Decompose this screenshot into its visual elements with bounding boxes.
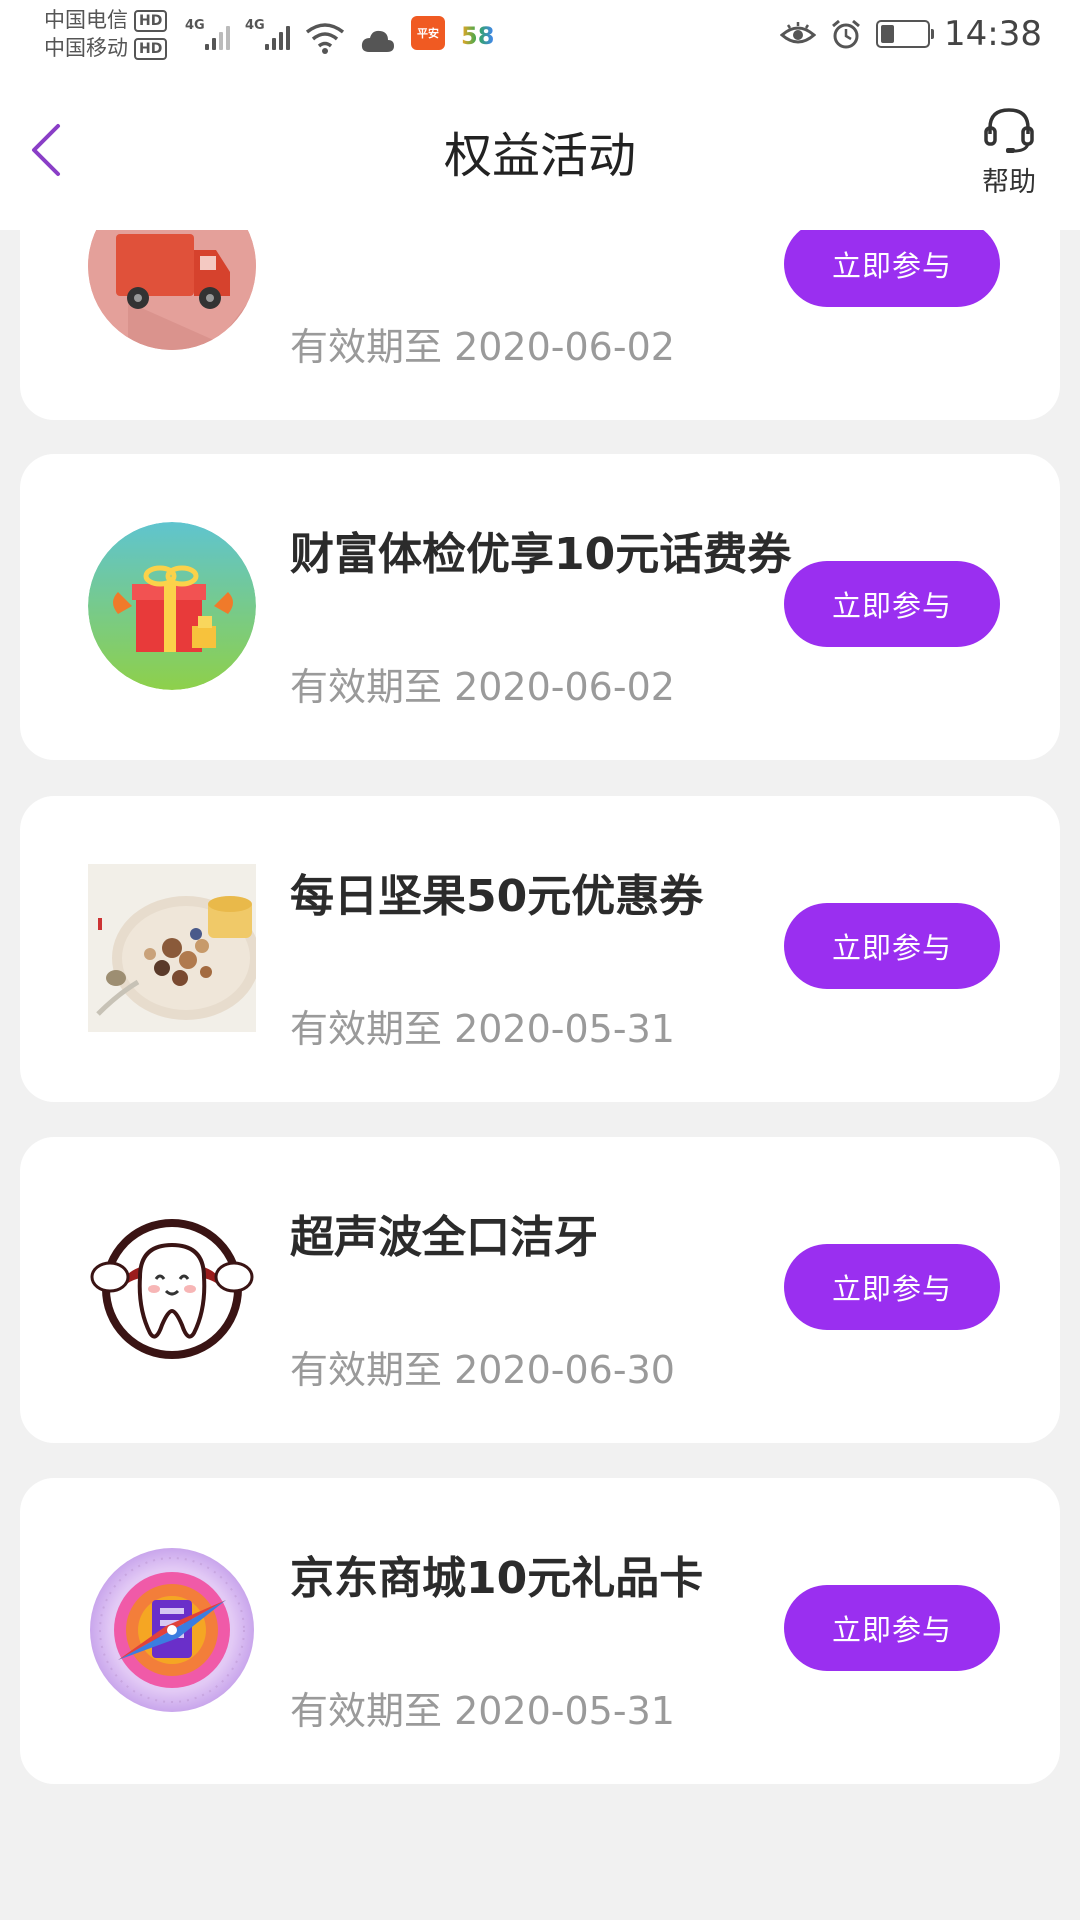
- hd-badge: HD: [134, 38, 168, 60]
- join-button[interactable]: 立即参与: [784, 903, 1000, 989]
- signal-icon: 4G: [185, 16, 230, 54]
- cloud-icon: [361, 30, 394, 52]
- help-label: 帮助: [982, 167, 1036, 198]
- compass-logo-icon: [88, 1546, 256, 1714]
- activity-valid-until: 有效期至 2020-05-31: [290, 1007, 675, 1051]
- join-button[interactable]: 立即参与: [784, 1585, 1000, 1671]
- activity-card: 财富体检优享10元话费券 有效期至 2020-06-02 立即参与: [20, 454, 1060, 760]
- activity-card: 超声波全口洁牙 有效期至 2020-06-30 立即参与: [20, 1137, 1060, 1443]
- activity-valid-until: 有效期至 2020-06-02: [290, 665, 675, 709]
- signal-icon: 4G: [245, 16, 290, 54]
- pingan-app-icon: 平安: [411, 16, 445, 50]
- join-button[interactable]: 立即参与: [784, 1244, 1000, 1330]
- activity-title: 每日坚果50元优惠券: [290, 871, 704, 922]
- signal-area: 4G 4G 平安 58: [185, 14, 494, 54]
- carrier-info: 中国电信 HD 中国移动 HD: [44, 6, 168, 62]
- help-button[interactable]: 帮助: [974, 104, 1044, 199]
- activity-card: 每日坚果50元优惠券 有效期至 2020-05-31 立即参与: [20, 796, 1060, 1102]
- status-right: 14:38: [780, 14, 1042, 54]
- activity-valid-until: 有效期至 2020-06-30: [290, 1348, 675, 1392]
- gift-box-icon: [88, 522, 256, 690]
- activity-valid-until: 有效期至 2020-05-31: [290, 1689, 675, 1733]
- activity-card: 京东商城10元礼品卡 有效期至 2020-05-31 立即参与: [20, 1478, 1060, 1784]
- tooth-mascot-icon: [88, 1205, 256, 1373]
- app-58-icon: 58: [461, 22, 495, 50]
- activity-title: 京东商城10元礼品卡: [290, 1553, 704, 1604]
- join-button[interactable]: 立即参与: [784, 221, 1000, 307]
- wifi-icon: [305, 23, 345, 54]
- title-bar: 权益活动 帮助: [0, 74, 1080, 230]
- carrier-1: 中国电信: [44, 8, 128, 32]
- nuts-plate-icon: [88, 864, 256, 1032]
- page-title: 权益活动: [443, 128, 636, 184]
- activity-title: 财富体检优享10元话费券: [290, 529, 792, 580]
- status-bar: 中国电信 HD 中国移动 HD 4G 4G 平安 58 14:38: [0, 0, 1080, 74]
- activity-title: 超声波全口洁牙: [290, 1212, 598, 1263]
- headset-icon: [984, 108, 1034, 153]
- battery-icon: [876, 20, 935, 48]
- carrier-2: 中国移动: [44, 36, 128, 60]
- alarm-icon: [832, 19, 860, 49]
- clock: 14:38: [944, 14, 1042, 54]
- hd-badge: HD: [134, 10, 168, 32]
- join-button[interactable]: 立即参与: [784, 561, 1000, 647]
- eye-icon: [780, 22, 817, 44]
- activity-valid-until: 有效期至 2020-06-02: [290, 325, 675, 369]
